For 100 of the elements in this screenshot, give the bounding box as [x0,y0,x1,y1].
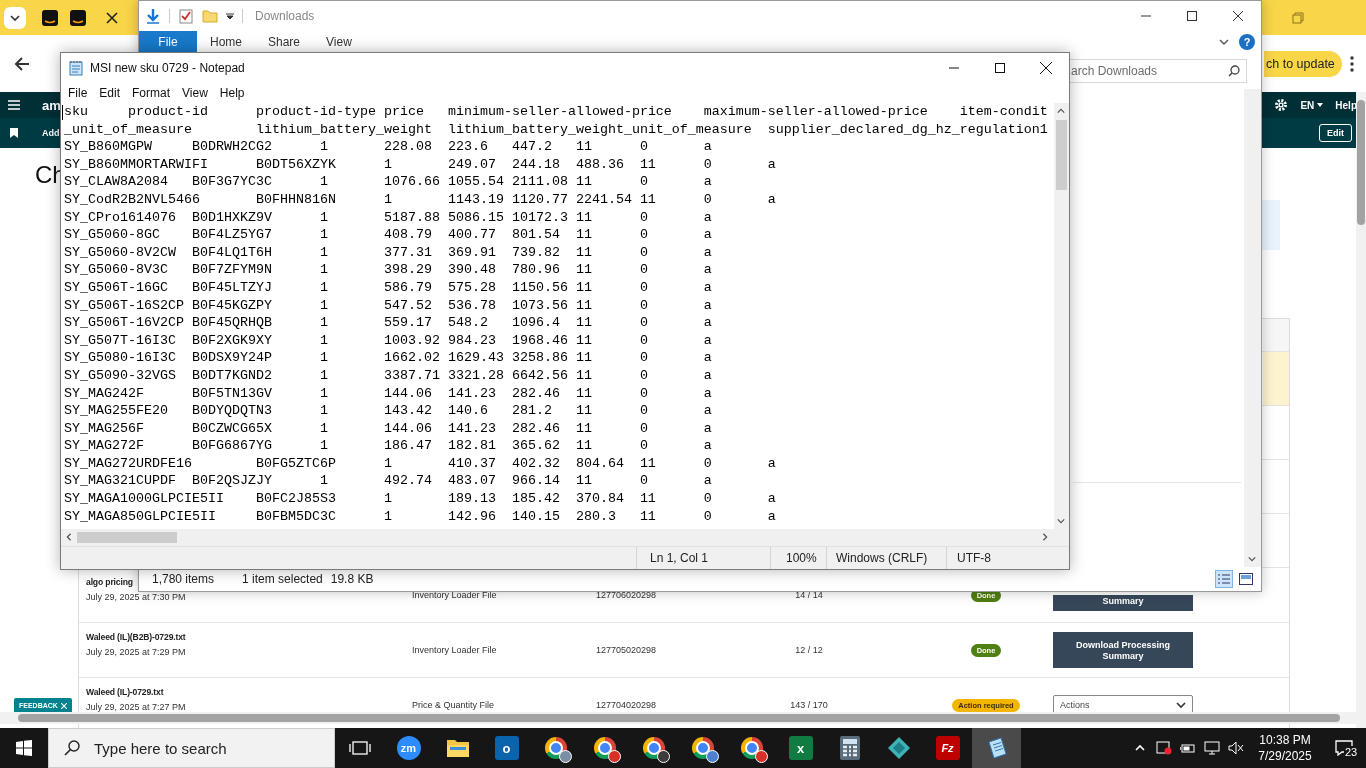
vertical-scrollbar[interactable] [1054,103,1069,529]
edit-button[interactable]: Edit [1319,124,1352,142]
maximize-icon[interactable] [995,63,1005,73]
properties-icon[interactable] [178,8,194,24]
task-view-icon [348,739,371,757]
line-ending: Windows (CRLF) [836,551,928,565]
file-type: Price & Quantity File [412,700,496,710]
expand-ribbon-icon[interactable] [1219,37,1229,47]
file-name[interactable]: algo pricing [86,577,133,587]
download-summary-button[interactable]: Summary [1053,595,1193,611]
search-input[interactable]: arch Downloads [1070,64,1228,78]
selection-count: 1 item selected [242,572,323,586]
download-arrow-icon[interactable] [145,8,161,24]
file-menu-button[interactable]: File [139,31,197,53]
browser-icon [544,737,567,759]
menu-item[interactable]: View [176,86,214,100]
scroll-down-icon[interactable] [1057,517,1065,525]
file-name[interactable]: Waleed (IL)(B2B)-0729.txt [86,632,186,642]
taskbar-app-button[interactable] [972,728,1021,768]
menu-item[interactable]: File [62,86,94,100]
settings-icon[interactable] [1274,98,1289,112]
text-line: SY_CLAW8A2084 B0F3G7YC3C 1 1076.66 1055.54 2111.08 11 0 a [64,173,713,191]
muted-speaker-icon[interactable] [1228,741,1244,755]
scroll-down-icon[interactable] [1248,555,1256,563]
help-link[interactable]: Help [1335,99,1357,111]
taskbar-search-field[interactable]: Type here to search [48,728,335,768]
menu-icon[interactable] [8,100,20,110]
network-icon[interactable] [1204,741,1220,755]
encoding: UTF-8 [957,551,991,565]
text-line: SY_G5060-8GC B0F4LZ5YG7 1 408.79 400.77 801.54 11 0 a [64,226,713,244]
dropdown-value[interactable]: Actions [1060,700,1090,710]
upload-date: July 29, 2025 at 7:30 PM [86,592,186,602]
favicon-icon[interactable] [42,9,58,26]
language-selector[interactable]: EN [1300,99,1324,111]
menu-item[interactable]: Format [126,86,177,100]
app-logo: Fz [935,736,960,760]
file-type: Inventory Loader File [412,645,498,655]
clock[interactable]: 10:38 PM 7/29/2025 [1248,732,1322,764]
text-line: SY_MAG272F B0FG6867YG 1 186.47 182.81 365.62 11 0 a [64,437,713,455]
text-line: SY_MAGA850GLPCIE5II B0FBM5DC3C 1 142.96 140.15 280.3 11 0 a [64,507,777,526]
menu-item[interactable]: Help [213,86,251,100]
scroll-up-icon[interactable] [1057,107,1065,115]
show-hidden-icons-icon[interactable] [1135,743,1145,753]
back-icon[interactable] [14,55,30,72]
taskbar-app-button[interactable]: x [776,728,825,768]
bookmark-icon[interactable] [10,128,18,138]
ribbon-tab[interactable]: Home [197,31,255,53]
scrollbar-thumb[interactable] [1357,100,1365,225]
scrollbar-thumb[interactable] [18,714,1340,722]
text-line: SY_MAG255FE20 B0DYQDQTN3 1 143.42 140.6 281.2 11 0 a [64,402,713,420]
ribbon-tab[interactable]: View [313,31,365,53]
taskbar-app-button[interactable]: Fz [923,728,972,768]
security-alert-icon[interactable] [1156,741,1172,755]
close-icon[interactable] [1040,62,1052,74]
window-title: MSI new sku 0729 - Notepad [90,61,245,75]
menu-item[interactable]: Edit [93,86,127,100]
more-icon[interactable] [1350,55,1354,72]
actions-dropdown[interactable]: Actions [1053,695,1193,715]
tab-search-button[interactable] [4,6,26,29]
battery-icon[interactable] [1180,742,1196,754]
caret-icon[interactable] [10,12,20,23]
notification-button[interactable]: 23 [1322,728,1366,768]
batch-id: 127706020298 [596,590,658,600]
text-line: SY_G506T-16S2CP B0F45KGZPY 1 547.52 536.78 1073.56 11 0 a [64,296,713,315]
dropdown-icon[interactable] [226,12,234,20]
search-icon[interactable] [1228,65,1240,77]
search-field[interactable]: arch Downloads [1069,59,1247,83]
bookmark-link[interactable]: Add [42,128,60,138]
text-line: SY_G5060-8V2CW B0F4LQ1T6H 1 377.31 369.91 739.82 11 0 a [64,243,713,262]
browser-icon [740,737,763,759]
close-icon[interactable] [1233,11,1243,21]
maximize-icon[interactable] [1187,11,1197,21]
scrollbar-thumb[interactable] [1056,120,1067,190]
text-line: SY_MAG321CUPDF B0F2QSJZJY 1 492.74 483.07 966.14 11 0 a [64,472,713,491]
update-button[interactable]: ch to update [1264,50,1342,77]
notification-count: 23 [1344,746,1359,758]
ribbon-tab[interactable]: Share [255,31,314,53]
logo[interactable]: am [42,97,61,113]
text-line: SY_MAG272URDFE16 B0FG5ZTC6P 1 410.37 402.32 804.64 11 0 a [64,454,777,473]
vertical-scrollbar[interactable] [1244,89,1261,567]
text-line: SY_G506T-16V2CP B0F45QRHQB 1 559.17 548.2 1096.4 11 0 a [64,314,713,332]
horizontal-scrollbar[interactable] [61,529,1069,546]
scroll-right-icon[interactable] [1041,533,1049,541]
favicon-icon[interactable] [70,9,86,26]
taskbar-app-button[interactable]: o [482,728,531,768]
scroll-left-icon[interactable] [65,533,73,541]
file-name[interactable]: Waleed (IL)-0729.txt [86,687,164,697]
windows-icon[interactable] [16,740,32,756]
horizontal-scrollbar[interactable] [0,712,1356,724]
upload-date: July 29, 2025 at 7:27 PM [86,702,186,712]
text-line: SY_G5060-8V3C B0F7ZFYM9N 1 398.29 390.48 780.96 11 0 a [64,261,713,279]
scrollbar-thumb[interactable] [77,532,177,543]
clock-date[interactable]: 7/29/2025 [1258,748,1312,764]
caret-icon[interactable] [1176,700,1186,710]
vertical-scrollbar[interactable] [1356,92,1366,728]
download-summary-button[interactable]: Download Processing Summary [1053,632,1193,668]
help-icon[interactable]: ? [1239,34,1255,50]
clock-time[interactable]: 10:38 PM [1259,732,1311,748]
text-line: SY_G507T-16I3C B0F2XGK9XY 1 1003.92 984.23 1968.46 11 0 a [64,331,713,350]
close-icon[interactable] [106,11,118,24]
